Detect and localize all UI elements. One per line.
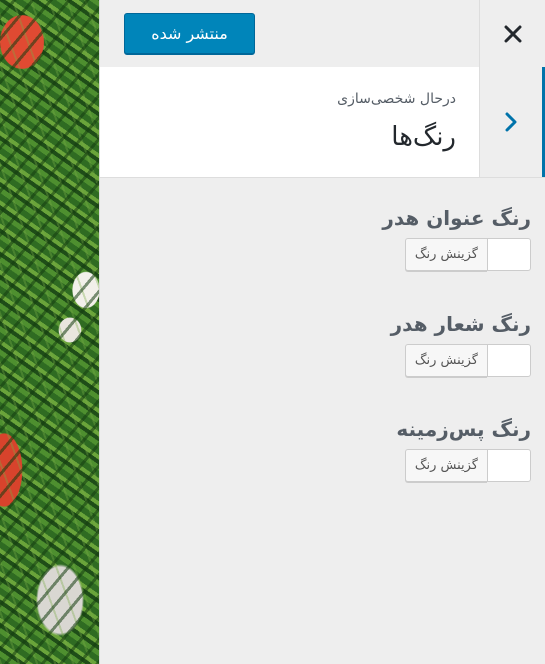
chevron-right-icon: [505, 112, 517, 132]
color-swatch[interactable]: [487, 449, 531, 482]
customizer-header: منتشر شده: [100, 0, 545, 68]
color-picker: گزینش رنگ: [231, 344, 531, 377]
close-button[interactable]: [479, 0, 545, 67]
customizer-panel: منتشر شده درحال شخصی‌سازی رنگ‌ها رنگ عنو…: [99, 0, 545, 664]
color-picker: گزینش رنگ: [231, 238, 531, 271]
site-preview-image: [0, 0, 99, 664]
publish-button[interactable]: منتشر شده: [124, 13, 255, 55]
control-header-text-color: رنگ عنوان هدر گزینش رنگ: [231, 206, 531, 271]
control-label: رنگ شعار هدر: [390, 312, 531, 336]
select-color-button[interactable]: گزینش رنگ: [404, 449, 487, 482]
color-swatch[interactable]: [487, 344, 531, 377]
control-background-color: رنگ پس‌زمینه گزینش رنگ: [231, 417, 531, 482]
close-icon: [504, 25, 522, 42]
control-label: رنگ پس‌زمینه: [396, 417, 531, 441]
select-color-button[interactable]: گزینش رنگ: [404, 344, 487, 377]
back-button[interactable]: [479, 67, 545, 177]
control-label: رنگ عنوان هدر: [382, 206, 531, 230]
control-header-tagline-color: رنگ شعار هدر گزینش رنگ: [231, 312, 531, 377]
section-title: رنگ‌ها: [391, 122, 456, 152]
color-swatch[interactable]: [487, 238, 531, 271]
select-color-button[interactable]: گزینش رنگ: [404, 238, 487, 271]
section-header: درحال شخصی‌سازی رنگ‌ها: [100, 67, 545, 178]
color-picker: گزینش رنگ: [231, 449, 531, 482]
breadcrumb: درحال شخصی‌سازی: [337, 91, 456, 107]
